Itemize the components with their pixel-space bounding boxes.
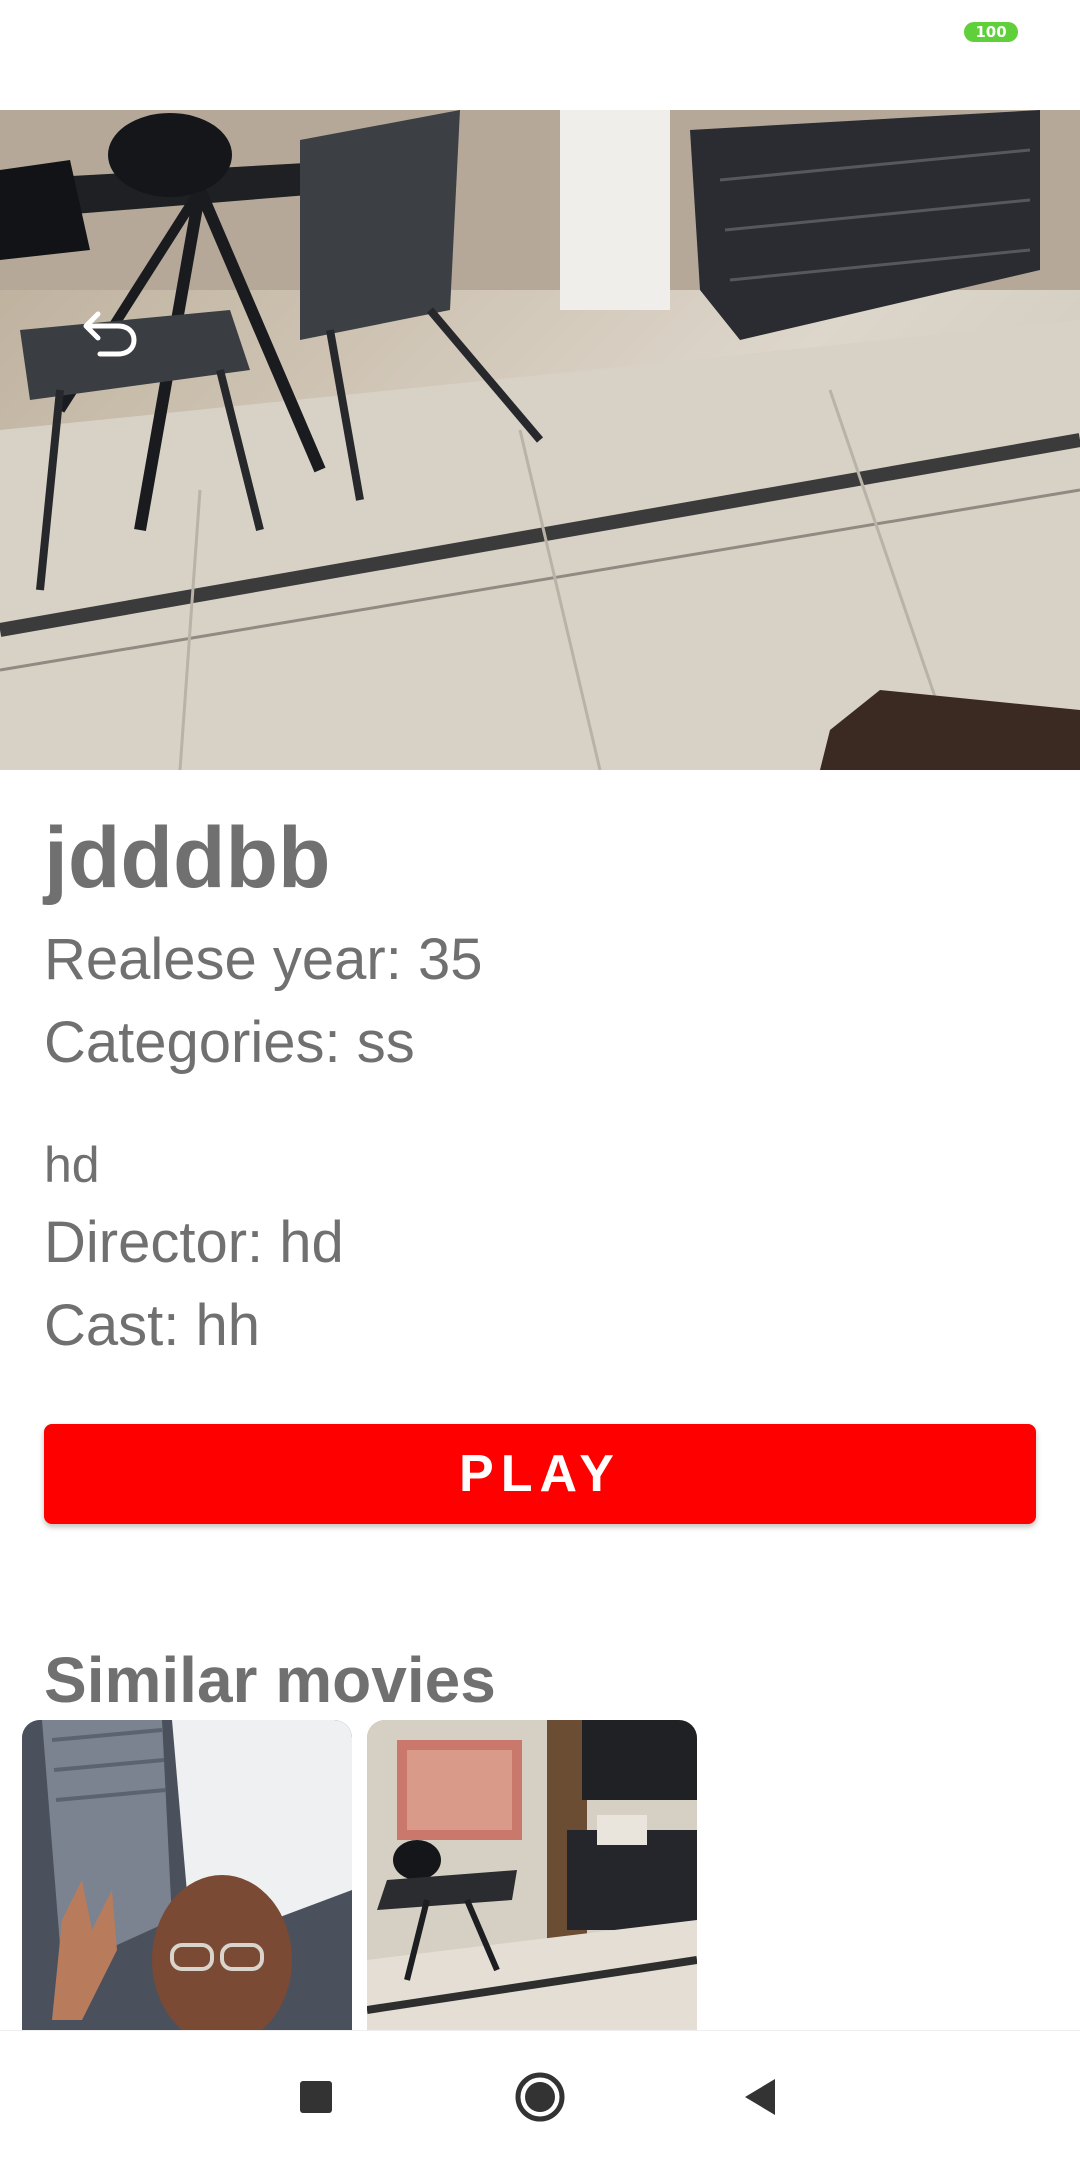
play-button[interactable]: PLAY: [44, 1424, 1036, 1524]
system-back-button[interactable]: [728, 2065, 792, 2129]
square-icon: [300, 2081, 332, 2113]
home-button[interactable]: [508, 2065, 572, 2129]
director-text: Director: hd: [44, 1210, 344, 1275]
undo-arrow-icon: [83, 311, 137, 357]
room-thumbnail: [367, 1720, 697, 2030]
similar-movie-thumbnail-2[interactable]: [367, 1720, 697, 2030]
battery-indicator: 100: [964, 22, 1018, 42]
circle-icon: [515, 2072, 565, 2122]
movie-title: jdddbb: [44, 810, 331, 906]
release-year-text: Realese year: 35: [44, 927, 483, 992]
poster-scene-illustration: [0, 110, 1080, 770]
similar-movies-title: Similar movies: [44, 1644, 496, 1716]
status-bar: 100: [0, 0, 1080, 110]
system-navigation-bar: [0, 2030, 1080, 2161]
recents-button[interactable]: [284, 2065, 348, 2129]
categories-text: Categories: ss: [44, 1010, 415, 1075]
cast-text: Cast: hh: [44, 1293, 260, 1358]
similar-movie-thumbnail-1[interactable]: [22, 1720, 352, 2030]
description-text: hd: [44, 1137, 100, 1193]
triangle-back-icon: [745, 2079, 775, 2115]
selfie-thumbnail: [22, 1720, 352, 2030]
movie-poster-image: [0, 110, 1080, 770]
back-button[interactable]: [78, 298, 146, 366]
